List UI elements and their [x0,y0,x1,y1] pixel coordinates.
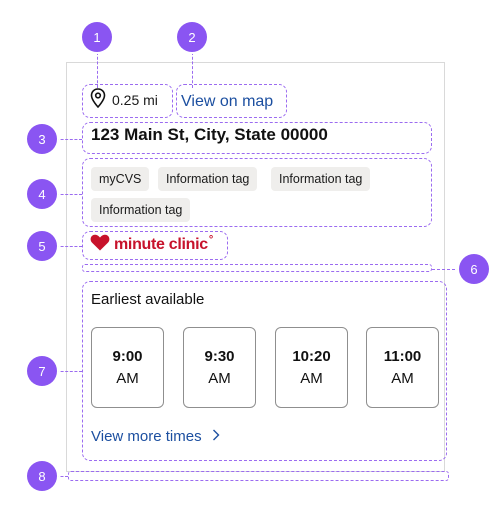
annotation-badge-2: 2 [177,22,207,52]
slot-ampm: AM [208,369,231,387]
distance-text: 0.25 mi [112,91,158,108]
slot-time: 10:20 [292,347,331,365]
information-tag: Information tag [91,198,191,222]
view-on-map-link[interactable]: View on map [181,93,273,111]
slot-ampm: AM [300,369,323,387]
distance-indicator: 0.25 mi [90,88,158,111]
logo-symbol: ° [208,234,214,246]
annotation-leader-3 [56,139,82,140]
annotation-leader-4 [56,194,82,195]
annotation-badge-7: 7 [27,356,57,386]
annotation-badge-5: 5 [27,231,57,261]
time-slot-button[interactable]: 9:30 AM [183,327,256,408]
slot-time: 11:00 [383,347,422,365]
slot-ampm: AM [391,369,414,387]
information-tag: Information tag [271,167,371,191]
logo-text: minute clinic [114,236,208,253]
annotation-leader-8 [56,476,68,477]
slot-time: 9:00 [112,347,143,365]
annotation-leader-6 [432,269,460,270]
store-address: 123 Main St, City, State 00000 [91,125,328,144]
location-pin-icon [90,88,106,111]
annotation-badge-6: 6 [459,254,489,284]
annotation-badge-8: 8 [27,461,57,491]
slot-time: 9:30 [204,347,235,365]
slot-ampm: AM [116,369,139,387]
earliest-available-heading: Earliest available [91,291,205,308]
annotation-leader-1 [97,52,98,88]
annotation-leader-5 [56,246,82,247]
view-more-times-label: View more times [91,428,202,445]
annotation-badge-3: 3 [27,124,57,154]
time-slot-button[interactable]: 11:00 AM [366,327,439,408]
chevron-right-icon [212,428,220,445]
minute-clinic-logo: minute clinic ° [90,234,213,256]
information-tag: Information tag [158,167,258,191]
view-more-times-link[interactable]: View more times [91,428,220,445]
tag-mycvs: myCVS [91,167,150,191]
annotation-region-bottom-padding [68,471,449,481]
annotation-badge-4: 4 [27,179,57,209]
annotation-leader-2 [192,52,193,88]
time-slot-button[interactable]: 9:00 AM [91,327,164,408]
time-slot-button[interactable]: 10:20 AM [275,327,348,408]
heart-icon [90,234,110,256]
annotation-badge-1: 1 [82,22,112,52]
annotation-leader-7 [56,371,82,372]
annotation-region-spacer [82,264,432,272]
